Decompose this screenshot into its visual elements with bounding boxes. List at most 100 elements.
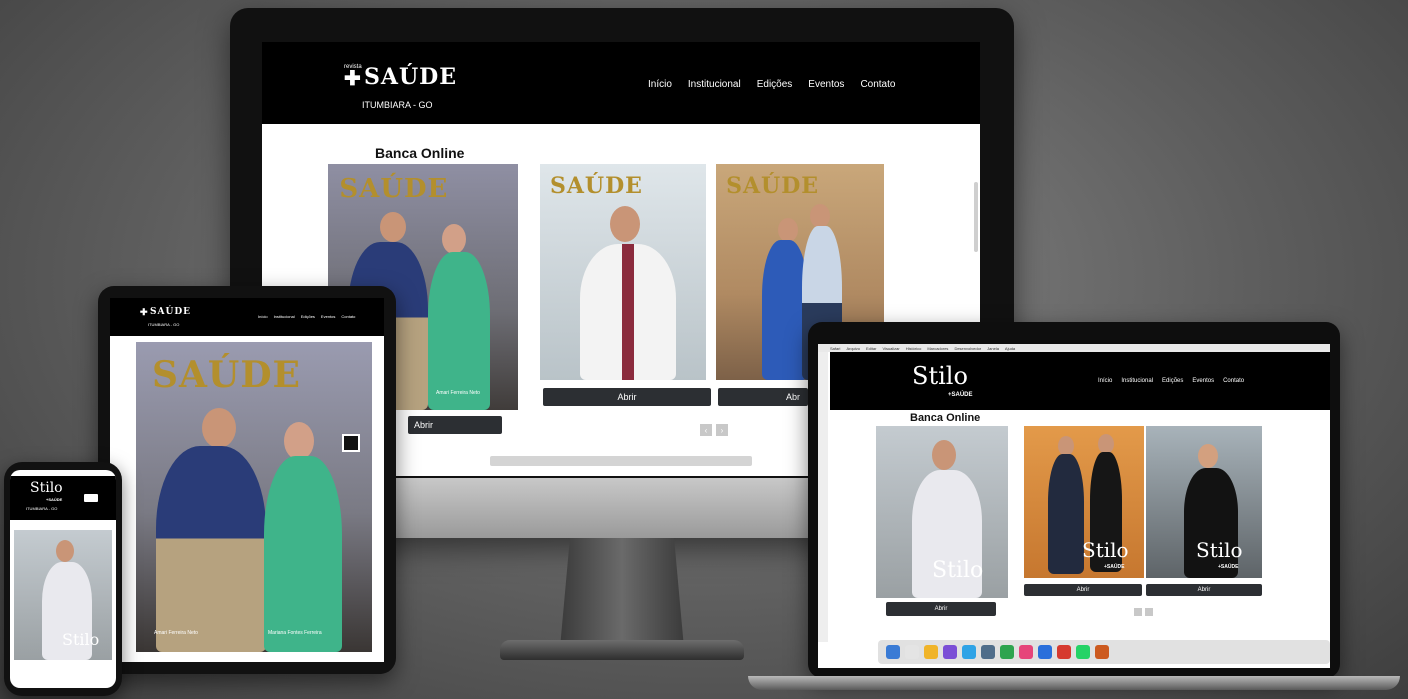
magazine-cover[interactable]: Stilo: [14, 530, 112, 660]
cover-person-head: [932, 440, 956, 470]
nav-inicio[interactable]: Início: [648, 79, 672, 90]
magazine-cover[interactable]: Stilo +SAÚDE: [1024, 426, 1144, 578]
prev-page-button[interactable]: [1134, 608, 1142, 616]
banca-online-title: Banca Online: [910, 412, 981, 424]
cover-person-doctor: [580, 244, 676, 380]
cover-person-head: [380, 212, 406, 242]
cover-person-head: [1098, 434, 1114, 454]
opera-icon[interactable]: [1057, 645, 1071, 659]
menu-item[interactable]: Janela: [987, 346, 999, 351]
nav-institucional[interactable]: Institucional: [274, 314, 295, 319]
qr-code: [342, 434, 360, 452]
spotify-icon[interactable]: [1000, 645, 1014, 659]
site-location: ITUMBIARA - GO: [148, 322, 180, 327]
hamburger-menu-icon[interactable]: [84, 494, 98, 502]
whatsapp-icon[interactable]: [1076, 645, 1090, 659]
indesign-icon[interactable]: [1019, 645, 1033, 659]
cover-person-head: [1058, 436, 1074, 456]
monitor-base: [500, 640, 744, 660]
menu-item[interactable]: Arquivo: [846, 346, 860, 351]
cover-caption: Amari Ferreira Neto: [154, 630, 198, 636]
cover-person-man: [1048, 454, 1084, 574]
magazine-cover[interactable]: SAÚDE Amari Ferreira Neto Mariana Fontes…: [136, 342, 372, 652]
site-logo[interactable]: Stilo: [30, 480, 63, 496]
main-nav: Início Institucional Edições Eventos Con…: [1098, 378, 1244, 384]
cover-person-head: [284, 422, 314, 460]
appstore-icon[interactable]: [962, 645, 976, 659]
preferences-icon[interactable]: [981, 645, 995, 659]
next-page-button[interactable]: ›: [716, 424, 728, 436]
cover-masthead: SAÚDE: [549, 172, 643, 199]
open-edition-button[interactable]: Abrir: [1024, 584, 1142, 596]
main-nav: Início Institucional Edições Eventos Con…: [648, 79, 895, 90]
open-edition-button[interactable]: Abrir: [886, 602, 996, 616]
horizontal-scrollbar[interactable]: [490, 456, 752, 466]
cover-person-head: [610, 206, 640, 242]
finder-icon[interactable]: [886, 645, 900, 659]
nav-edicoes[interactable]: Edições: [1162, 378, 1183, 384]
prev-page-button[interactable]: ‹: [700, 424, 712, 436]
cover-caption: Mariana Fontes Ferreira: [268, 630, 322, 636]
menu-item[interactable]: Visualizar: [882, 346, 899, 351]
nav-institucional[interactable]: Institucional: [688, 79, 741, 90]
illustrator-icon[interactable]: [1095, 645, 1109, 659]
nav-inicio[interactable]: Início: [1098, 378, 1112, 384]
nav-inicio[interactable]: Início: [258, 314, 268, 319]
cover-brand: Stilo: [1082, 538, 1129, 562]
nav-contato[interactable]: Contato: [1223, 378, 1244, 384]
cover-person-head: [56, 540, 74, 562]
cover-person-head: [202, 408, 236, 448]
nav-eventos[interactable]: Eventos: [808, 79, 844, 90]
menu-item[interactable]: Safari: [830, 346, 840, 351]
cover-brand: Stilo: [1196, 538, 1243, 562]
cover-masthead: SAÚDE: [726, 172, 820, 199]
nav-contato[interactable]: Contato: [341, 314, 355, 319]
open-edition-button[interactable]: Abrir: [1146, 584, 1262, 596]
banca-online-title: Banca Online: [375, 145, 465, 161]
cover-brand-sub: +SAÚDE: [1104, 564, 1125, 570]
menu-item[interactable]: Marcadores: [927, 346, 948, 351]
menu-item[interactable]: Desenvolvedor: [954, 346, 981, 351]
laptop-base: [748, 676, 1400, 690]
cover-brand-sub: +SAÚDE: [1218, 564, 1239, 570]
menu-item[interactable]: Histórico: [906, 346, 922, 351]
open-edition-button[interactable]: Abr: [718, 388, 808, 406]
magazine-cover[interactable]: Stilo +SAÚDE: [1146, 426, 1262, 578]
site-logo[interactable]: Stilo: [912, 362, 968, 390]
nav-contato[interactable]: Contato: [860, 79, 895, 90]
music-icon[interactable]: [943, 645, 957, 659]
site-location: ITUMBIARA - GO: [362, 100, 433, 110]
nav-institucional[interactable]: Institucional: [1121, 378, 1153, 384]
menu-item[interactable]: Ajuda: [1005, 346, 1015, 351]
tablet-screen: ✚ SAÚDE ITUMBIARA - GO Início Institucio…: [110, 298, 384, 662]
photos-icon[interactable]: [924, 645, 938, 659]
photoshop-icon[interactable]: [1038, 645, 1052, 659]
nav-eventos[interactable]: Eventos: [321, 314, 335, 319]
cover-person-woman: [428, 252, 490, 410]
site-location: ITUMBIARA - GO: [26, 506, 58, 511]
vertical-scrollbar[interactable]: [974, 182, 978, 252]
site-logo[interactable]: SAÚDE: [364, 64, 457, 90]
cover-brand: Stilo: [932, 558, 984, 583]
site-header: revista ✚ SAÚDE ITUMBIARA - GO Início In…: [262, 42, 980, 124]
nav-eventos[interactable]: Eventos: [1192, 378, 1214, 384]
nav-edicoes[interactable]: Edições: [301, 314, 315, 319]
main-nav: Início Institucional Edições Eventos Con…: [258, 314, 355, 319]
cover-masthead: SAÚDE: [152, 354, 301, 397]
nav-edicoes[interactable]: Edições: [757, 79, 793, 90]
site-logo-sub: +SAÚDE: [948, 392, 973, 398]
next-page-button[interactable]: [1145, 608, 1153, 616]
notes-icon[interactable]: [905, 645, 919, 659]
open-edition-button[interactable]: Abrir: [408, 416, 502, 434]
magazine-cover[interactable]: Stilo: [876, 426, 1008, 598]
open-edition-button[interactable]: Abrir: [543, 388, 711, 406]
phone-screen: Stilo +SAÚDE ITUMBIARA - GO Stilo: [10, 470, 116, 688]
plus-cross-icon: ✚: [140, 308, 148, 318]
laptop-screen: Safari Arquivo Editar Visualizar Históri…: [818, 344, 1330, 668]
menu-item[interactable]: Editar: [866, 346, 876, 351]
cover-person-head: [778, 218, 798, 242]
magazine-cover[interactable]: SAÚDE: [540, 164, 706, 380]
cover-person-head: [1198, 444, 1218, 468]
site-header: Stilo +SAÚDE ITUMBIARA - GO: [10, 476, 116, 520]
site-logo[interactable]: SAÚDE: [150, 307, 191, 317]
